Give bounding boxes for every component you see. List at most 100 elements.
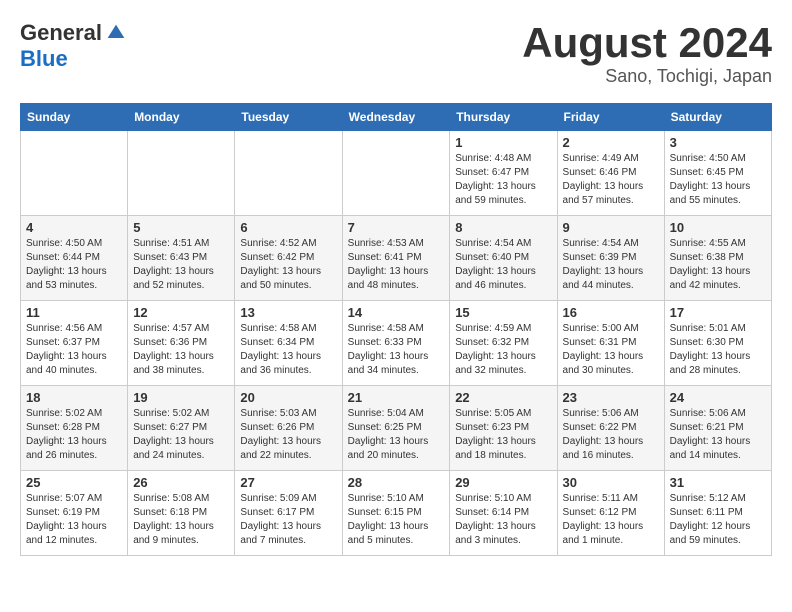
location-subtitle: Sano, Tochigi, Japan xyxy=(522,66,772,87)
day-info: Sunrise: 5:07 AM Sunset: 6:19 PM Dayligh… xyxy=(26,492,122,548)
day-number: 20 xyxy=(240,390,336,405)
day-number: 11 xyxy=(26,305,122,320)
logo: General Blue xyxy=(20,20,126,72)
day-number: 21 xyxy=(348,390,445,405)
day-info: Sunrise: 5:06 AM Sunset: 6:21 PM Dayligh… xyxy=(670,407,766,463)
day-number: 16 xyxy=(563,305,659,320)
day-number: 19 xyxy=(133,390,229,405)
calendar-cell: 22 Sunrise: 5:05 AM Sunset: 6:23 PM Dayli… xyxy=(450,386,557,471)
day-info: Sunrise: 5:06 AM Sunset: 6:22 PM Dayligh… xyxy=(563,407,659,463)
calendar-week-row: 4 Sunrise: 4:50 AM Sunset: 6:44 PM Daylig… xyxy=(21,216,772,301)
title-block: August 2024 Sano, Tochigi, Japan xyxy=(522,20,772,87)
calendar-cell: 3 Sunrise: 4:50 AM Sunset: 6:45 PM Daylig… xyxy=(664,131,771,216)
calendar-week-row: 18Sunrise: 5:02 AM Sunset: 6:28 PM Dayli… xyxy=(21,386,772,471)
calendar-cell: 31 Sunrise: 5:12 AM Sunset: 6:11 PM Dayli… xyxy=(664,471,771,556)
calendar-cell xyxy=(128,131,235,216)
day-number: 22 xyxy=(455,390,551,405)
day-info: Sunrise: 5:02 AM Sunset: 6:28 PM Dayligh… xyxy=(26,407,122,463)
calendar-cell xyxy=(21,131,128,216)
calendar-week-row: 25 Sunrise: 5:07 AM Sunset: 6:19 PM Dayli… xyxy=(21,471,772,556)
calendar-cell: 7 Sunrise: 4:53 AM Sunset: 6:41 PM Daylig… xyxy=(342,216,450,301)
day-number: 25 xyxy=(26,475,122,490)
calendar-cell: 20 Sunrise: 5:03 AM Sunset: 6:26 PM Dayli… xyxy=(235,386,342,471)
day-number: 14 xyxy=(348,305,445,320)
day-number: 3 xyxy=(670,135,766,150)
day-info: Sunrise: 5:00 AM Sunset: 6:31 PM Dayligh… xyxy=(563,322,659,378)
day-info: Sunrise: 4:58 AM Sunset: 6:34 PM Dayligh… xyxy=(240,322,336,378)
day-number: 28 xyxy=(348,475,445,490)
calendar-cell: 9 Sunrise: 4:54 AM Sunset: 6:39 PM Daylig… xyxy=(557,216,664,301)
calendar-cell: 27 Sunrise: 5:09 AM Sunset: 6:17 PM Dayli… xyxy=(235,471,342,556)
calendar-cell: 30Sunrise: 5:11 AM Sunset: 6:12 PM Dayli… xyxy=(557,471,664,556)
day-number: 9 xyxy=(563,220,659,235)
day-info: Sunrise: 4:52 AM Sunset: 6:42 PM Dayligh… xyxy=(240,237,336,293)
calendar-cell: 2 Sunrise: 4:49 AM Sunset: 6:46 PM Daylig… xyxy=(557,131,664,216)
calendar-cell: 13Sunrise: 4:58 AM Sunset: 6:34 PM Dayli… xyxy=(235,301,342,386)
day-info: Sunrise: 4:50 AM Sunset: 6:45 PM Dayligh… xyxy=(670,152,766,208)
calendar-cell: 1Sunrise: 4:48 AM Sunset: 6:47 PM Daylig… xyxy=(450,131,557,216)
calendar-cell: 23Sunrise: 5:06 AM Sunset: 6:22 PM Dayli… xyxy=(557,386,664,471)
day-number: 17 xyxy=(670,305,766,320)
calendar-cell: 4 Sunrise: 4:50 AM Sunset: 6:44 PM Daylig… xyxy=(21,216,128,301)
day-number: 26 xyxy=(133,475,229,490)
day-number: 4 xyxy=(26,220,122,235)
day-info: Sunrise: 5:08 AM Sunset: 6:18 PM Dayligh… xyxy=(133,492,229,548)
calendar-cell: 25 Sunrise: 5:07 AM Sunset: 6:19 PM Dayli… xyxy=(21,471,128,556)
calendar-cell: 15Sunrise: 4:59 AM Sunset: 6:32 PM Dayli… xyxy=(450,301,557,386)
calendar-cell: 12 Sunrise: 4:57 AM Sunset: 6:36 PM Dayli… xyxy=(128,301,235,386)
calendar-cell: 28 Sunrise: 5:10 AM Sunset: 6:15 PM Dayli… xyxy=(342,471,450,556)
day-info: Sunrise: 4:56 AM Sunset: 6:37 PM Dayligh… xyxy=(26,322,122,378)
calendar-header-sunday: Sunday xyxy=(21,104,128,131)
calendar-header-thursday: Thursday xyxy=(450,104,557,131)
page-header: General Blue August 2024 Sano, Tochigi, … xyxy=(20,20,772,87)
day-info: Sunrise: 4:49 AM Sunset: 6:46 PM Dayligh… xyxy=(563,152,659,208)
day-number: 2 xyxy=(563,135,659,150)
day-info: Sunrise: 4:53 AM Sunset: 6:41 PM Dayligh… xyxy=(348,237,445,293)
day-info: Sunrise: 5:12 AM Sunset: 6:11 PM Dayligh… xyxy=(670,492,766,548)
calendar-header-wednesday: Wednesday xyxy=(342,104,450,131)
day-info: Sunrise: 5:05 AM Sunset: 6:23 PM Dayligh… xyxy=(455,407,551,463)
calendar-cell: 29 Sunrise: 5:10 AM Sunset: 6:14 PM Dayli… xyxy=(450,471,557,556)
day-info: Sunrise: 5:01 AM Sunset: 6:30 PM Dayligh… xyxy=(670,322,766,378)
logo-blue-text: Blue xyxy=(20,46,68,72)
day-number: 1 xyxy=(455,135,551,150)
day-info: Sunrise: 4:54 AM Sunset: 6:40 PM Dayligh… xyxy=(455,237,551,293)
day-info: Sunrise: 5:10 AM Sunset: 6:14 PM Dayligh… xyxy=(455,492,551,548)
month-year-title: August 2024 xyxy=(522,20,772,66)
calendar-header-saturday: Saturday xyxy=(664,104,771,131)
calendar-cell: 16 Sunrise: 5:00 AM Sunset: 6:31 PM Dayli… xyxy=(557,301,664,386)
day-info: Sunrise: 5:03 AM Sunset: 6:26 PM Dayligh… xyxy=(240,407,336,463)
day-info: Sunrise: 4:50 AM Sunset: 6:44 PM Dayligh… xyxy=(26,237,122,293)
day-info: Sunrise: 5:10 AM Sunset: 6:15 PM Dayligh… xyxy=(348,492,445,548)
calendar-cell: 17 Sunrise: 5:01 AM Sunset: 6:30 PM Dayli… xyxy=(664,301,771,386)
calendar-cell xyxy=(342,131,450,216)
day-info: Sunrise: 4:58 AM Sunset: 6:33 PM Dayligh… xyxy=(348,322,445,378)
day-number: 29 xyxy=(455,475,551,490)
day-number: 8 xyxy=(455,220,551,235)
day-number: 15 xyxy=(455,305,551,320)
calendar-cell: 6Sunrise: 4:52 AM Sunset: 6:42 PM Daylig… xyxy=(235,216,342,301)
calendar-table: SundayMondayTuesdayWednesdayThursdayFrid… xyxy=(20,103,772,556)
calendar-cell: 24Sunrise: 5:06 AM Sunset: 6:21 PM Dayli… xyxy=(664,386,771,471)
calendar-header-friday: Friday xyxy=(557,104,664,131)
day-info: Sunrise: 4:54 AM Sunset: 6:39 PM Dayligh… xyxy=(563,237,659,293)
day-info: Sunrise: 5:09 AM Sunset: 6:17 PM Dayligh… xyxy=(240,492,336,548)
calendar-cell: 14 Sunrise: 4:58 AM Sunset: 6:33 PM Dayli… xyxy=(342,301,450,386)
calendar-header-row: SundayMondayTuesdayWednesdayThursdayFrid… xyxy=(21,104,772,131)
calendar-cell: 8 Sunrise: 4:54 AM Sunset: 6:40 PM Daylig… xyxy=(450,216,557,301)
day-number: 7 xyxy=(348,220,445,235)
day-info: Sunrise: 5:04 AM Sunset: 6:25 PM Dayligh… xyxy=(348,407,445,463)
day-number: 12 xyxy=(133,305,229,320)
calendar-week-row: 11 Sunrise: 4:56 AM Sunset: 6:37 PM Dayli… xyxy=(21,301,772,386)
day-info: Sunrise: 4:57 AM Sunset: 6:36 PM Dayligh… xyxy=(133,322,229,378)
calendar-cell: 11 Sunrise: 4:56 AM Sunset: 6:37 PM Dayli… xyxy=(21,301,128,386)
calendar-cell: 26 Sunrise: 5:08 AM Sunset: 6:18 PM Dayli… xyxy=(128,471,235,556)
calendar-cell: 5Sunrise: 4:51 AM Sunset: 6:43 PM Daylig… xyxy=(128,216,235,301)
day-info: Sunrise: 5:11 AM Sunset: 6:12 PM Dayligh… xyxy=(563,492,659,548)
calendar-cell: 18Sunrise: 5:02 AM Sunset: 6:28 PM Dayli… xyxy=(21,386,128,471)
calendar-cell: 10Sunrise: 4:55 AM Sunset: 6:38 PM Dayli… xyxy=(664,216,771,301)
day-number: 27 xyxy=(240,475,336,490)
day-info: Sunrise: 5:02 AM Sunset: 6:27 PM Dayligh… xyxy=(133,407,229,463)
calendar-header-monday: Monday xyxy=(128,104,235,131)
day-number: 31 xyxy=(670,475,766,490)
